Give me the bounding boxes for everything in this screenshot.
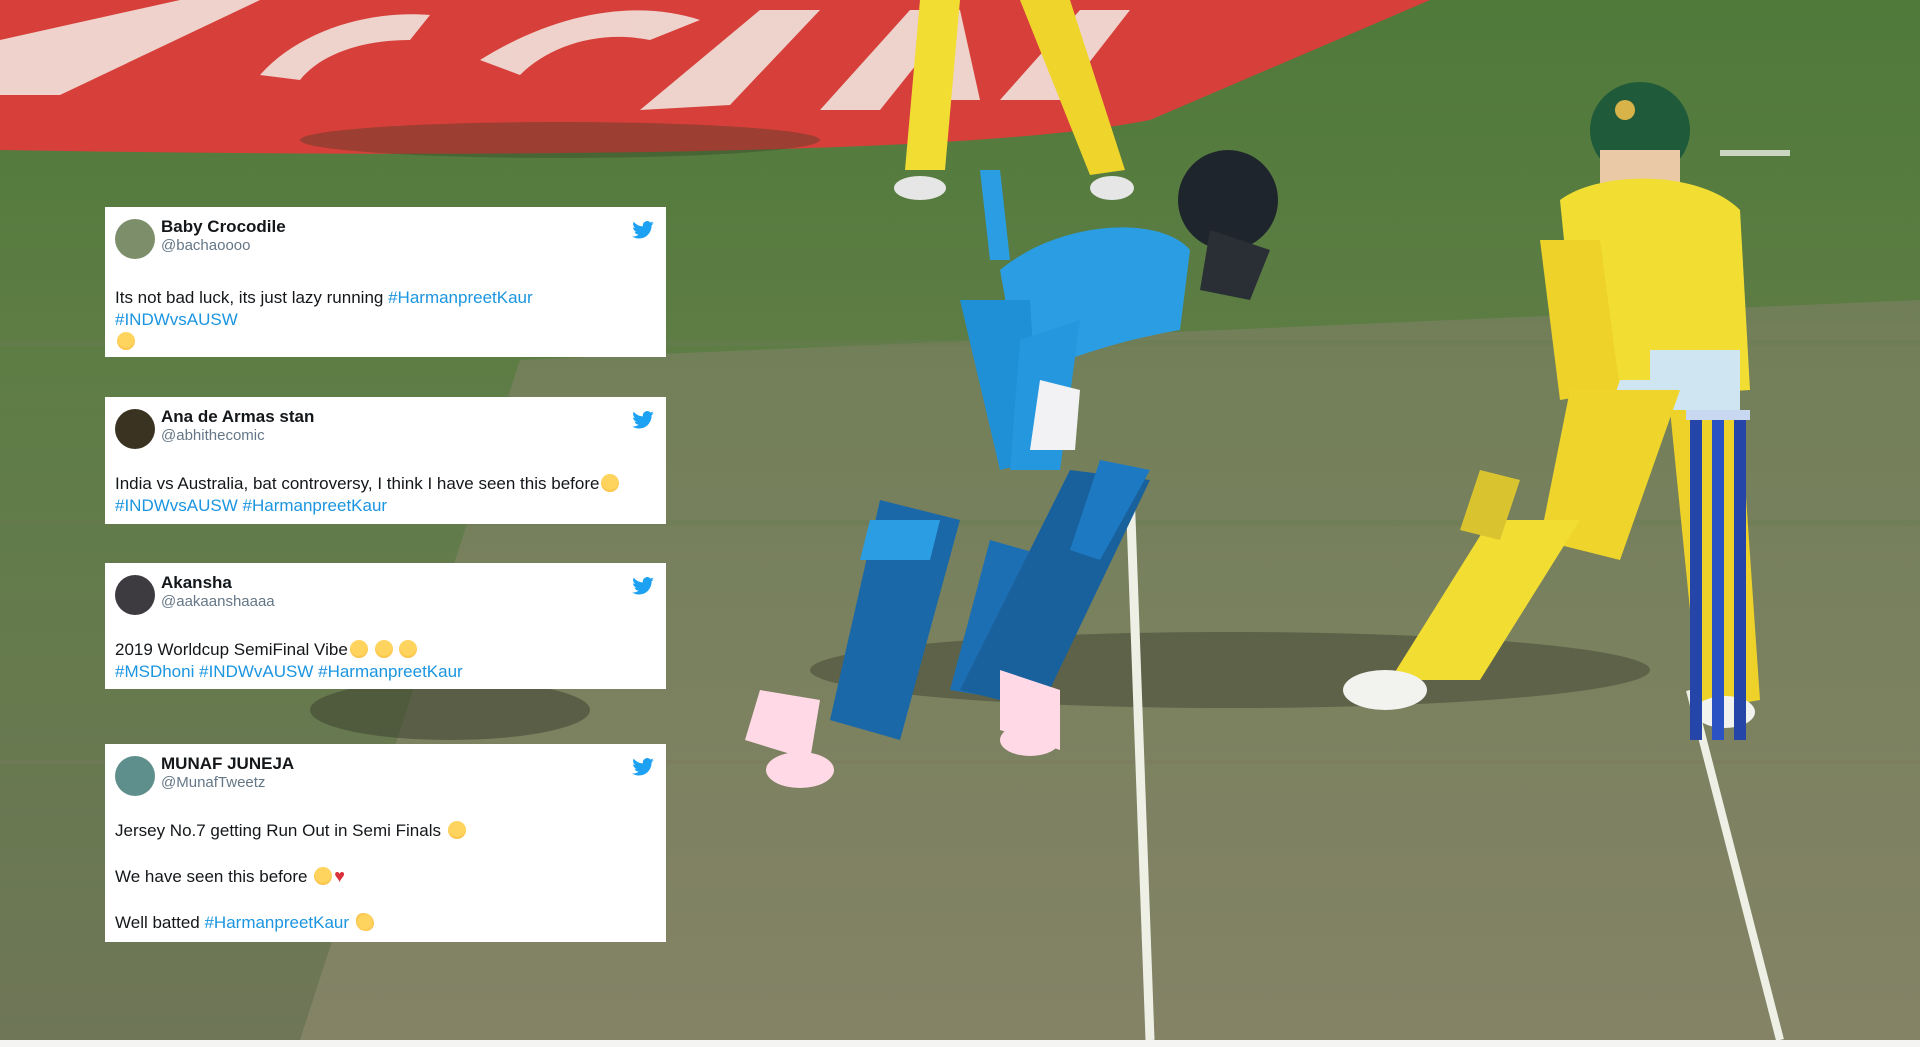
crying-face-icon — [399, 640, 418, 658]
hashtag-link[interactable]: #HarmanpreetKaur — [318, 662, 463, 681]
hashtag-link[interactable]: #INDWvsAUSW — [115, 496, 238, 515]
tweet-body: Jersey No.7 getting Run Out in Semi Fina… — [115, 820, 654, 934]
twitter-bird-icon[interactable] — [632, 577, 654, 595]
stumps — [1686, 410, 1750, 740]
display-name[interactable]: Akansha — [161, 573, 632, 593]
tweet-header: Ana de Armas stan @abhithecomic — [115, 407, 654, 453]
display-name[interactable]: Ana de Armas stan — [161, 407, 632, 427]
tweet-text: Well batted — [115, 913, 205, 932]
tweet-text: Jersey No.7 getting Run Out in Semi Fina… — [115, 821, 446, 840]
twitter-bird-icon[interactable] — [632, 411, 654, 429]
tweet-body: India vs Australia, bat controversy, I t… — [115, 473, 654, 517]
tweet-card[interactable]: Ana de Armas stan @abhithecomic India vs… — [105, 397, 666, 524]
tweet-body: 2019 Worldcup SemiFinal Vibe #MSDhoni #I… — [115, 639, 654, 683]
twitter-bird-icon[interactable] — [632, 221, 654, 239]
tweet-text: India vs Australia, bat controversy, I t… — [115, 474, 600, 493]
hashtag-link[interactable]: #HarmanpreetKaur — [388, 288, 533, 307]
crying-face-icon — [374, 640, 393, 658]
tweet-card[interactable]: Baby Crocodile @bachaoooo Its not bad lu… — [105, 207, 666, 357]
user-handle[interactable]: @aakaanshaaaa — [161, 593, 632, 611]
sad-face-icon — [447, 821, 466, 839]
hashtag-link[interactable]: #HarmanpreetKaur — [243, 496, 388, 515]
display-name[interactable]: Baby Crocodile — [161, 217, 632, 237]
crying-face-icon — [601, 474, 620, 492]
worried-face-icon — [117, 332, 135, 350]
user-handle[interactable]: @MunafTweetz — [161, 774, 632, 792]
display-name[interactable]: MUNAF JUNEJA — [161, 754, 632, 774]
avatar[interactable] — [115, 219, 155, 259]
tweet-text: We have seen this before — [115, 867, 313, 886]
tweet-header: Baby Crocodile @bachaoooo — [115, 217, 654, 263]
hashtag-link[interactable]: #MSDhoni — [115, 662, 194, 681]
avatar[interactable] — [115, 409, 155, 449]
hashtag-link[interactable]: #INDWvsAUSW — [115, 310, 238, 329]
tweet-text: Its not bad luck, its just lazy running — [115, 288, 389, 307]
tweet-card[interactable]: MUNAF JUNEJA @MunafTweetz Jersey No.7 ge… — [105, 744, 666, 942]
tweet-text: 2019 Worldcup SemiFinal Vibe — [115, 640, 348, 659]
disappointed-face-icon — [314, 867, 333, 885]
photo-with-tweets: Baby Crocodile @bachaoooo Its not bad lu… — [0, 0, 1920, 1047]
tweet-card[interactable]: Akansha @aakaanshaaaa 2019 Worldcup Semi… — [105, 563, 666, 689]
user-handle[interactable]: @bachaoooo — [161, 237, 632, 255]
avatar[interactable] — [115, 575, 155, 615]
tweet-header: MUNAF JUNEJA @MunafTweetz — [115, 754, 654, 800]
bottom-border — [0, 1040, 1920, 1047]
twitter-bird-icon[interactable] — [632, 758, 654, 776]
hashtag-link[interactable]: #HarmanpreetKaur — [204, 913, 349, 932]
hashtag-link[interactable]: #INDWvAUSW — [199, 662, 313, 681]
avatar[interactable] — [115, 756, 155, 796]
tweet-body: Its not bad luck, its just lazy running … — [115, 287, 654, 353]
user-handle[interactable]: @abhithecomic — [161, 427, 632, 445]
crying-face-icon — [349, 640, 368, 658]
clapping-hands-icon — [355, 913, 374, 931]
broken-heart-icon: ♥ — [334, 866, 345, 886]
tweet-header: Akansha @aakaanshaaaa — [115, 573, 654, 619]
